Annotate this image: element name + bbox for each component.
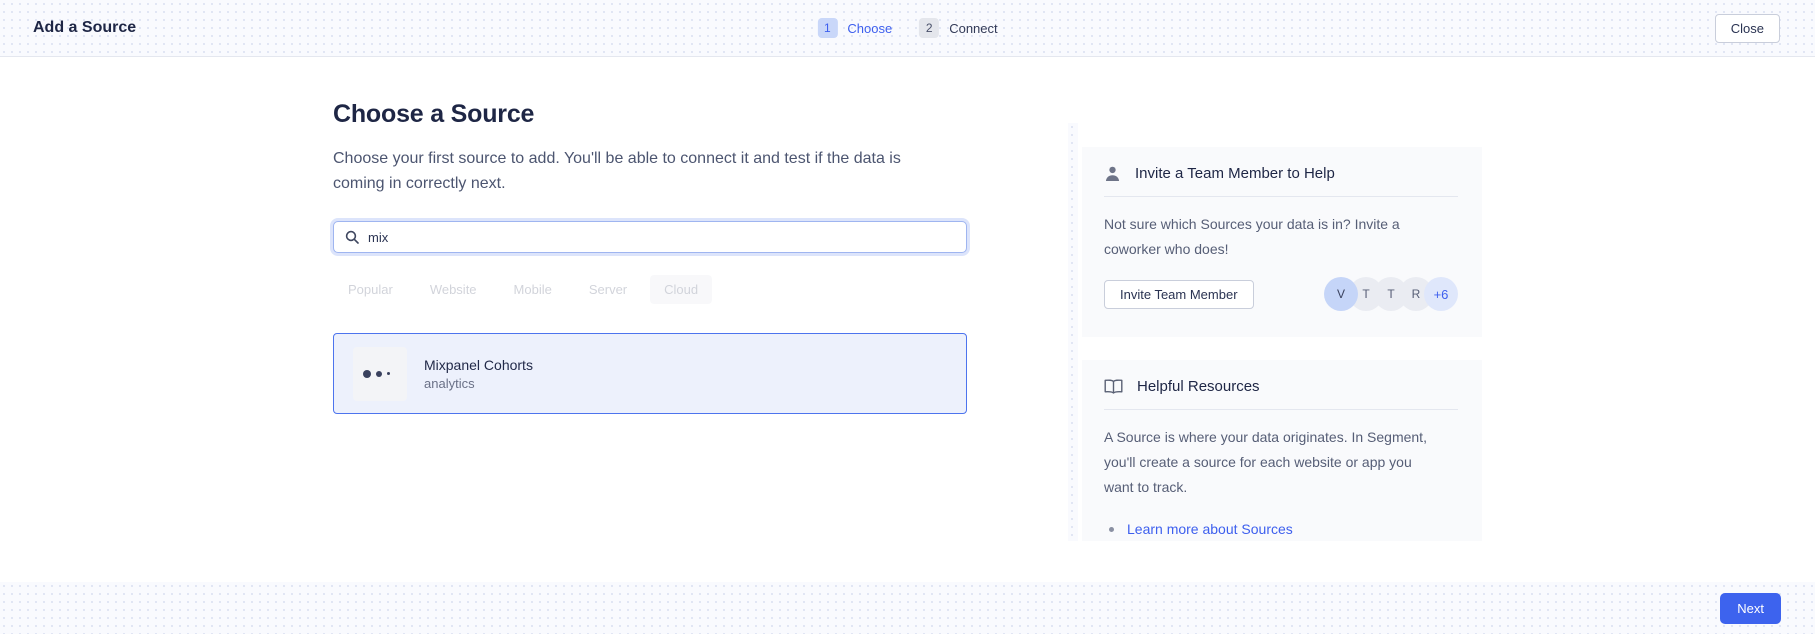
sidebar-divider-strip xyxy=(1068,123,1078,541)
tab-mobile[interactable]: Mobile xyxy=(514,282,552,297)
person-icon xyxy=(1104,165,1121,182)
tab-popular[interactable]: Popular xyxy=(348,282,393,297)
step-label: Choose xyxy=(847,21,892,36)
avatar: V xyxy=(1324,277,1358,311)
source-text: Mixpanel Cohorts analytics xyxy=(424,357,533,391)
step-number-badge: 2 xyxy=(919,18,939,38)
step-connect[interactable]: 2 Connect xyxy=(919,18,997,38)
book-icon xyxy=(1104,379,1123,394)
resources-card-body: A Source is where your data originates. … xyxy=(1104,425,1458,500)
wizard-stepper: 1 Choose 2 Connect xyxy=(817,18,997,38)
close-button[interactable]: Close xyxy=(1715,14,1780,43)
body-line: want to track. xyxy=(1104,475,1458,500)
invite-team-member-button[interactable]: Invite Team Member xyxy=(1104,280,1254,309)
description-line: Choose your first source to add. You'll … xyxy=(333,146,967,171)
resources-card-header: Helpful Resources xyxy=(1104,375,1458,397)
invite-card-header: Invite a Team Member to Help xyxy=(1104,162,1458,184)
bullet-point xyxy=(1109,527,1114,532)
page-title: Add a Source xyxy=(33,19,136,37)
invite-team-member-card: Invite a Team Member to Help Not sure wh… xyxy=(1082,147,1482,337)
body-line: coworker who does! xyxy=(1104,237,1458,262)
search-input[interactable] xyxy=(368,230,955,245)
resources-card-title: Helpful Resources xyxy=(1137,378,1260,395)
header-bar: Add a Source 1 Choose 2 Connect Close xyxy=(0,0,1815,57)
avatar-overflow-badge: +6 xyxy=(1424,277,1458,311)
helpful-resources-card: Helpful Resources A Source is where your… xyxy=(1082,360,1482,541)
add-source-wizard: Add a Source 1 Choose 2 Connect Close Ch… xyxy=(0,0,1815,634)
body-line: you'll create a source for each website … xyxy=(1104,450,1458,475)
divider xyxy=(1104,196,1458,197)
source-search-box[interactable] xyxy=(333,221,967,253)
learn-more-sources-link[interactable]: Learn more about Sources xyxy=(1127,521,1293,537)
logo-dot xyxy=(376,371,382,377)
team-avatar-stack: V T T R +6 xyxy=(1324,277,1458,311)
step-label: Connect xyxy=(949,21,997,36)
resource-link-item: Learn more about Sources xyxy=(1109,521,1458,537)
footer-bar: Next xyxy=(0,582,1815,634)
body-line: A Source is where your data originates. … xyxy=(1104,425,1458,450)
mixpanel-dots-logo xyxy=(353,347,407,401)
source-result-mixpanel-cohorts[interactable]: Mixpanel Cohorts analytics xyxy=(333,333,967,414)
divider xyxy=(1104,409,1458,410)
step-number-badge: 1 xyxy=(817,18,837,38)
description-line: coming in correctly next. xyxy=(333,171,967,196)
logo-dot xyxy=(387,372,390,375)
source-name: Mixpanel Cohorts xyxy=(424,357,533,373)
invite-card-body: Not sure which Sources your data is in? … xyxy=(1104,212,1458,262)
invite-actions-row: Invite Team Member V T T R +6 xyxy=(1104,277,1458,311)
main-heading: Choose a Source xyxy=(333,100,967,129)
tab-server[interactable]: Server xyxy=(589,282,627,297)
category-tabs: Popular Website Mobile Server Cloud xyxy=(348,275,967,304)
search-icon xyxy=(345,230,359,244)
main-content: Choose a Source Choose your first source… xyxy=(333,57,967,414)
source-category: analytics xyxy=(424,376,533,391)
step-choose[interactable]: 1 Choose xyxy=(817,18,892,38)
next-button[interactable]: Next xyxy=(1720,593,1781,624)
logo-dot xyxy=(363,370,371,378)
tab-cloud[interactable]: Cloud xyxy=(650,275,712,304)
invite-card-title: Invite a Team Member to Help xyxy=(1135,165,1335,182)
tab-website[interactable]: Website xyxy=(430,282,477,297)
main-description: Choose your first source to add. You'll … xyxy=(333,146,967,196)
body-line: Not sure which Sources your data is in? … xyxy=(1104,212,1458,237)
